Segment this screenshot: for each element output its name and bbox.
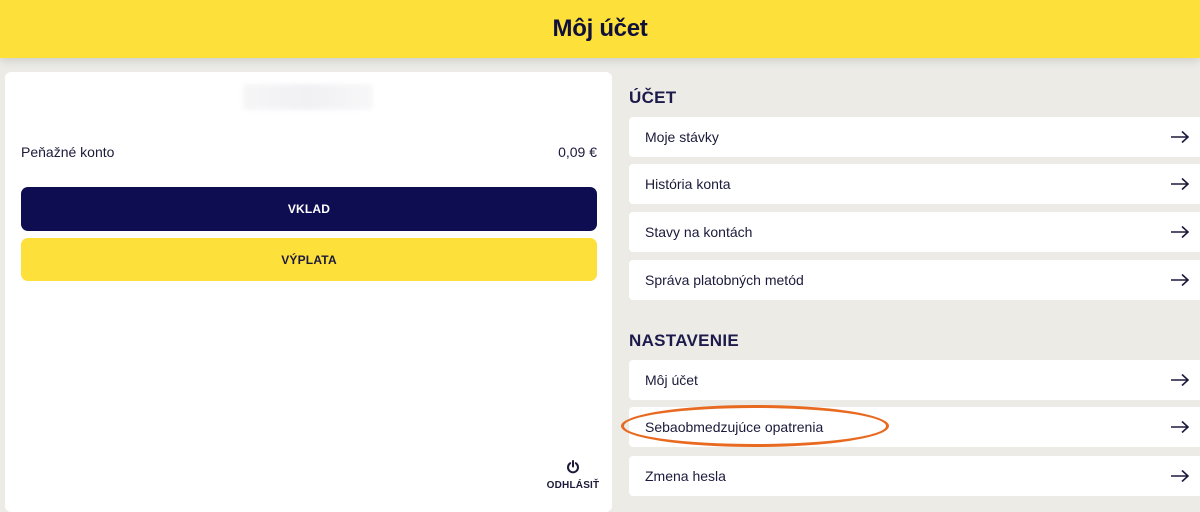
menu-item-my-bets[interactable]: Moje stávky — [629, 117, 1200, 157]
arrow-right-icon — [1171, 469, 1190, 483]
wallet-card: Peňažné konto 0,09 € VKLAD VÝPLATA ODHLÁ… — [5, 72, 612, 512]
blurred-username — [243, 84, 373, 110]
logout-label: ODHLÁSIŤ — [546, 480, 600, 491]
withdraw-button[interactable]: VÝPLATA — [21, 238, 597, 281]
menu-item-label: Stavy na kontách — [645, 224, 753, 240]
menu-item-account-history[interactable]: História konta — [629, 164, 1200, 204]
power-icon — [567, 460, 579, 474]
menu-item-label: Zmena hesla — [645, 468, 726, 484]
menu-item-change-password[interactable]: Zmena hesla — [629, 456, 1200, 496]
withdraw-button-label: VÝPLATA — [281, 253, 337, 267]
menu-item-self-limitation[interactable]: Sebaobmedzujúce opatrenia — [629, 407, 1200, 447]
menu-item-label: Správa platobných metód — [645, 272, 804, 288]
arrow-right-icon — [1171, 130, 1190, 144]
arrow-right-icon — [1171, 225, 1190, 239]
deposit-button[interactable]: VKLAD — [21, 187, 597, 231]
deposit-button-label: VKLAD — [287, 202, 331, 216]
menu-item-label: Môj účet — [645, 372, 698, 388]
section-title-settings: NASTAVENIE — [629, 331, 740, 350]
top-header: Môj účet — [0, 0, 1200, 58]
arrow-right-icon — [1171, 177, 1190, 191]
menu-item-label: Sebaobmedzujúce opatrenia — [645, 419, 824, 435]
balance-value: 0,09 € — [558, 144, 597, 160]
menu-item-payment-methods[interactable]: Správa platobných metód — [629, 260, 1200, 300]
balance-row: Peňažné konto 0,09 € — [21, 144, 597, 160]
arrow-right-icon — [1171, 273, 1190, 287]
arrow-right-icon — [1171, 373, 1190, 387]
menu-item-account-balances[interactable]: Stavy na kontách — [629, 212, 1200, 252]
menu-item-my-account[interactable]: Môj účet — [629, 360, 1200, 400]
menu-item-label: História konta — [645, 176, 731, 192]
arrow-right-icon — [1171, 420, 1190, 434]
balance-label: Peňažné konto — [21, 144, 115, 160]
logout-button[interactable]: ODHLÁSIŤ — [543, 460, 603, 491]
page-title: Môj účet — [552, 15, 648, 42]
menu-item-label: Moje stávky — [645, 129, 719, 145]
section-title-account: ÚČET — [629, 88, 677, 107]
